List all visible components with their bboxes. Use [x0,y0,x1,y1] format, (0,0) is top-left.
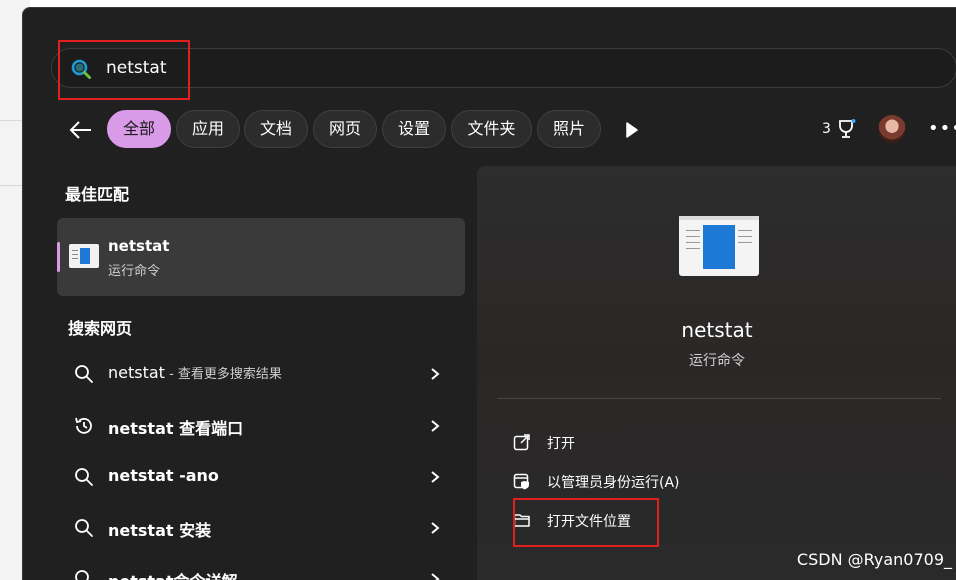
play-more-icon[interactable] [619,118,645,142]
chevron-right-icon [431,471,440,483]
user-avatar[interactable] [878,115,906,143]
best-match-type: 运行命令 [108,264,161,279]
history-icon [75,417,92,434]
best-match-item[interactable]: netstat 运行命令 [57,218,465,296]
web-result-item[interactable]: netstat 查看端口 [57,403,465,449]
search-icon [75,570,89,580]
web-result-query: netstat 安装 [108,521,212,540]
detail-app-name: netstat [681,318,753,342]
best-match-name: netstat [108,237,170,255]
open-file-location-action[interactable]: 打开文件位置 [507,506,907,536]
open-icon [513,434,530,451]
chevron-right-icon [431,420,440,432]
tab-settings[interactable]: 设置 [382,110,446,148]
web-result-query: netstat 查看端口 [108,419,244,438]
app-icon [69,244,99,268]
search-panel: netstat 全部 应用 文档 网页 设置 文件夹 照片 3 ••• 最佳匹配… [22,7,956,580]
web-result-query: netstat命令详解 [108,572,238,580]
chevron-right-icon [431,368,440,380]
tab-photos[interactable]: 照片 [537,110,601,148]
search-input[interactable]: netstat [51,48,956,88]
tab-all[interactable]: 全部 [107,110,171,148]
web-search-heading: 搜索网页 [68,319,133,338]
admin-icon [513,473,529,490]
search-icon [75,519,93,537]
search-query: netstat [106,58,167,78]
web-result-suffix: - 查看更多搜索结果 [164,367,282,382]
tab-web[interactable]: 网页 [313,110,377,148]
run-as-admin-label: 以管理员身份运行(A) [547,475,680,491]
tab-documents[interactable]: 文档 [244,110,308,148]
tab-folders[interactable]: 文件夹 [451,110,532,148]
selection-indicator [57,242,60,272]
web-result-item[interactable]: netstat - 查看更多搜索结果 [57,351,465,397]
open-label: 打开 [547,436,575,452]
web-result-item[interactable]: netstat 安装 [57,505,465,551]
folder-icon [513,514,530,527]
tab-apps[interactable]: 应用 [176,110,240,148]
web-result-item[interactable]: netstat命令详解 [57,556,465,580]
search-icon [71,59,91,79]
search-icon [75,365,93,383]
watermark: CSDN @Ryan0709_ [796,550,952,569]
detail-app-type: 运行命令 [689,353,745,369]
more-options-icon[interactable]: ••• [928,118,956,139]
run-as-admin-action[interactable]: 以管理员身份运行(A) [507,467,907,497]
rewards-points: 3 [822,121,831,137]
search-icon [75,468,93,486]
chevron-right-icon [431,573,440,580]
web-result-query: netstat [108,363,165,382]
details-pane: netstat 运行命令 打开 以管理员身份运行(A) 打开文件位置 [477,166,956,580]
open-file-location-label: 打开文件位置 [547,514,631,530]
divider [497,398,941,399]
app-large-icon [679,216,759,276]
back-arrow-icon[interactable] [67,118,95,142]
open-action[interactable]: 打开 [507,428,907,458]
best-match-heading: 最佳匹配 [65,185,130,204]
web-result-query: netstat -ano [108,466,219,485]
chevron-right-icon [431,522,440,534]
web-result-item[interactable]: netstat -ano [57,454,465,500]
trophy-icon[interactable] [835,118,857,140]
